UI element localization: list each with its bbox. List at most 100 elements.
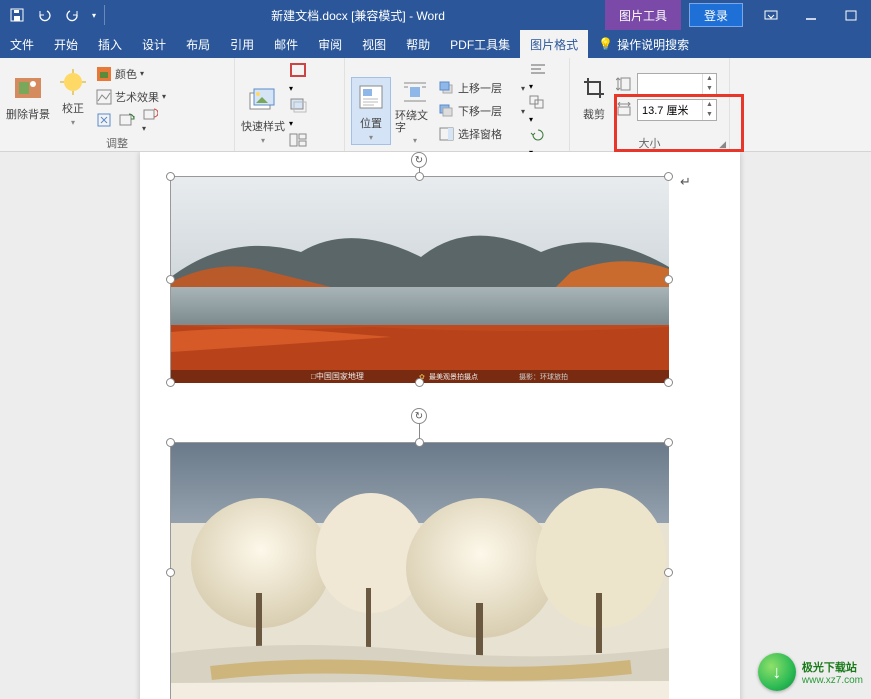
tell-me-label: 操作说明搜索 bbox=[617, 36, 689, 53]
rotation-handle-1[interactable]: ↻ bbox=[411, 152, 427, 168]
handle[interactable] bbox=[166, 438, 175, 447]
picture-effects-button[interactable]: ▾ bbox=[289, 97, 307, 131]
bring-forward-button[interactable]: 上移一层▾ bbox=[439, 77, 525, 99]
tell-me-search[interactable]: 💡 操作说明搜索 bbox=[588, 30, 699, 58]
send-back-label: 下移一层 bbox=[458, 103, 502, 119]
svg-text:摄影：环球旅拍: 摄影：环球旅拍 bbox=[519, 372, 568, 381]
paragraph-mark: ↵ bbox=[680, 174, 691, 190]
svg-text:□中国国家地理: □中国国家地理 bbox=[311, 371, 364, 381]
tab-picture-format[interactable]: 图片格式 bbox=[520, 30, 588, 58]
watermark-logo-icon: ↓ bbox=[758, 653, 796, 691]
align-button[interactable]: ▾ bbox=[529, 62, 547, 94]
tab-design[interactable]: 设计 bbox=[132, 30, 176, 58]
tab-review[interactable]: 审阅 bbox=[308, 30, 352, 58]
ribbon-options-button[interactable] bbox=[751, 0, 791, 30]
tab-pdf[interactable]: PDF工具集 bbox=[440, 30, 520, 58]
change-picture-button[interactable] bbox=[119, 112, 135, 128]
quick-access-toolbar: ▾ bbox=[0, 2, 111, 28]
height-up[interactable]: ▲ bbox=[703, 74, 716, 84]
tab-file[interactable]: 文件 bbox=[0, 30, 44, 58]
crop-label: 裁剪 bbox=[583, 106, 605, 122]
tab-home[interactable]: 开始 bbox=[44, 30, 88, 58]
height-icon bbox=[616, 76, 634, 92]
login-button[interactable]: 登录 bbox=[689, 3, 743, 27]
bring-forward-icon bbox=[439, 81, 455, 95]
selection-pane-button[interactable]: 选择窗格 bbox=[439, 123, 525, 145]
title-bar: ▾ 新建文档.docx [兼容模式] - Word 图片工具 登录 bbox=[0, 0, 871, 30]
width-up[interactable]: ▲ bbox=[703, 100, 716, 110]
handle[interactable] bbox=[166, 172, 175, 181]
rotation-handle-2[interactable]: ↻ bbox=[411, 408, 427, 424]
lightbulb-icon: 💡 bbox=[598, 37, 613, 51]
minimize-button[interactable] bbox=[791, 0, 831, 30]
crop-icon bbox=[578, 72, 610, 104]
watermark-name: 极光下载站 bbox=[802, 659, 863, 675]
handle[interactable] bbox=[664, 172, 673, 181]
handle[interactable] bbox=[664, 275, 673, 284]
selected-image-2[interactable] bbox=[170, 442, 668, 699]
send-backward-icon bbox=[439, 104, 455, 118]
height-down[interactable]: ▼ bbox=[703, 84, 716, 94]
tab-mailings[interactable]: 邮件 bbox=[264, 30, 308, 58]
handle[interactable] bbox=[166, 275, 175, 284]
size-launcher[interactable]: ◢ bbox=[719, 139, 726, 150]
width-icon bbox=[616, 102, 634, 118]
page: □中国国家地理 ✿ 最美观景拍摄点 摄影：环球旅拍 ↻ ↵ bbox=[140, 152, 740, 699]
color-icon bbox=[96, 66, 112, 82]
color-label: 颜色 bbox=[115, 66, 137, 82]
size-group-label: 大小 bbox=[639, 138, 661, 150]
handle[interactable] bbox=[166, 378, 175, 387]
maximize-button[interactable] bbox=[831, 0, 871, 30]
wrap-text-icon bbox=[399, 77, 431, 108]
wrap-text-button[interactable]: 环绕文字 ▾ bbox=[395, 77, 435, 145]
picture-border-button[interactable]: ▾ bbox=[289, 62, 307, 96]
send-backward-button[interactable]: 下移一层▾ bbox=[439, 100, 525, 122]
width-field[interactable] bbox=[638, 104, 702, 116]
position-label: 位置 bbox=[360, 115, 382, 131]
artistic-effects-button[interactable]: 艺术效果▾ bbox=[96, 86, 166, 108]
remove-bg-icon bbox=[12, 72, 44, 104]
width-input[interactable]: ▲▼ bbox=[637, 99, 717, 121]
handle[interactable] bbox=[664, 568, 673, 577]
quick-styles-label: 快速样式 bbox=[241, 118, 285, 134]
handle[interactable] bbox=[415, 172, 424, 181]
color-button[interactable]: 颜色▾ bbox=[96, 63, 166, 85]
width-down[interactable]: ▼ bbox=[703, 110, 716, 120]
compress-pictures-button[interactable] bbox=[96, 112, 112, 128]
height-input[interactable]: ▲▼ bbox=[637, 73, 717, 95]
selection-pane-label: 选择窗格 bbox=[458, 126, 502, 142]
crop-button[interactable]: 裁剪 bbox=[576, 63, 612, 131]
redo-button[interactable] bbox=[60, 2, 86, 28]
width-row: ▲▼ bbox=[616, 99, 717, 121]
reset-picture-button[interactable]: ▾ bbox=[142, 106, 158, 134]
selected-image-1[interactable]: □中国国家地理 ✿ 最美观景拍摄点 摄影：环球旅拍 bbox=[170, 176, 668, 382]
handle[interactable] bbox=[415, 438, 424, 447]
handle[interactable] bbox=[664, 438, 673, 447]
handle[interactable] bbox=[664, 378, 673, 387]
qat-customize[interactable]: ▾ bbox=[88, 2, 100, 28]
tab-insert[interactable]: 插入 bbox=[88, 30, 132, 58]
bring-fwd-label: 上移一层 bbox=[458, 80, 502, 96]
save-button[interactable] bbox=[4, 2, 30, 28]
group-button[interactable]: ▾ bbox=[529, 95, 547, 127]
handle[interactable] bbox=[166, 568, 175, 577]
tab-layout[interactable]: 布局 bbox=[176, 30, 220, 58]
handle[interactable] bbox=[415, 378, 424, 387]
corrections-label: 校正 bbox=[62, 100, 84, 116]
height-row: ▲▼ bbox=[616, 73, 717, 95]
site-watermark: ↓ 极光下载站 www.xz7.com bbox=[758, 653, 863, 691]
position-button[interactable]: 位置 ▾ bbox=[351, 77, 391, 145]
position-icon bbox=[355, 81, 387, 113]
height-field[interactable] bbox=[638, 78, 702, 90]
quick-styles-icon bbox=[247, 84, 279, 116]
tab-view[interactable]: 视图 bbox=[352, 30, 396, 58]
tab-references[interactable]: 引用 bbox=[220, 30, 264, 58]
quick-styles-button[interactable]: 快速样式 ▾ bbox=[241, 80, 285, 148]
document-area[interactable]: □中国国家地理 ✿ 最美观景拍摄点 摄影：环球旅拍 ↻ ↵ bbox=[0, 152, 871, 699]
remove-background-button[interactable]: 删除背景 bbox=[6, 63, 50, 131]
tab-help[interactable]: 帮助 bbox=[396, 30, 440, 58]
wrap-text-label: 环绕文字 bbox=[395, 110, 435, 134]
undo-button[interactable] bbox=[32, 2, 58, 28]
picture-tools-tab-header: 图片工具 bbox=[605, 0, 681, 30]
corrections-button[interactable]: 校正 ▾ bbox=[54, 63, 92, 131]
